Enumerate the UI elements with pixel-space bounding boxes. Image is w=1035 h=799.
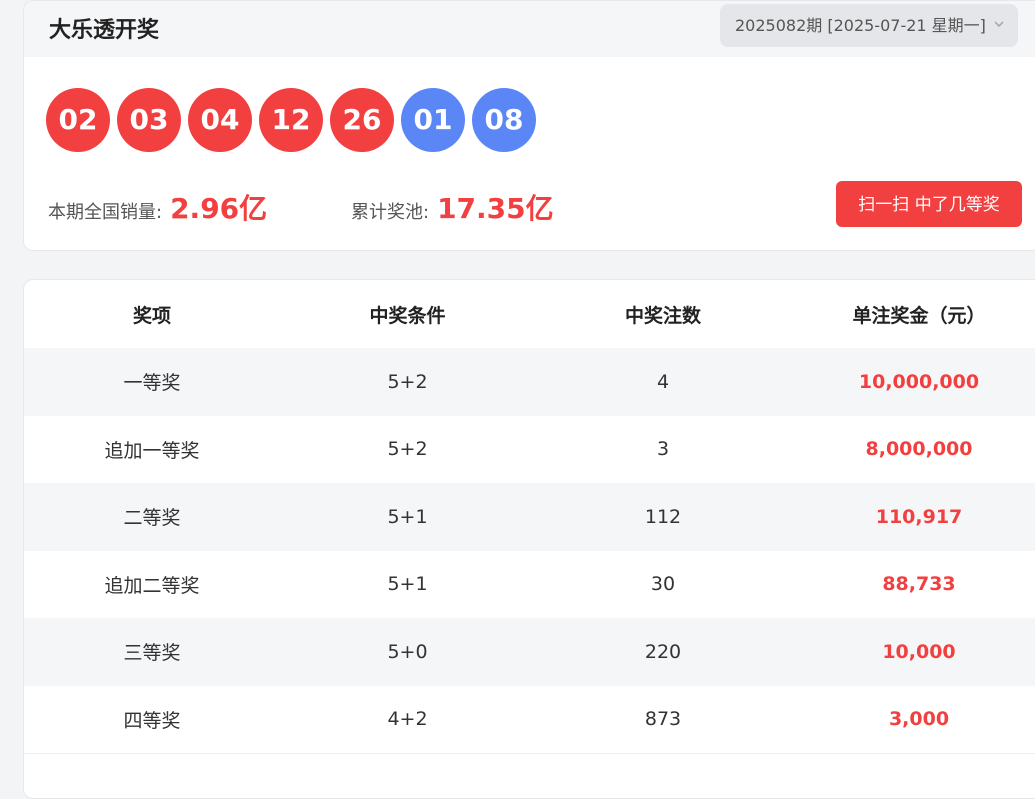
win-condition: 5+2 bbox=[387, 370, 428, 393]
prize-amount: 88,733 bbox=[882, 573, 956, 596]
page-title: 大乐透开奖 bbox=[49, 18, 160, 43]
win-condition: 5+1 bbox=[387, 573, 428, 596]
front-ball: 03 bbox=[117, 88, 181, 152]
winner-count: 873 bbox=[644, 708, 682, 731]
sales-label: 本期全国销量: bbox=[48, 202, 163, 223]
column-header: 奖项 bbox=[132, 304, 171, 327]
table-row: 追加二等奖 5+1 30 88,733 bbox=[24, 551, 1035, 619]
prize-amount: 10,000 bbox=[882, 640, 956, 663]
table-row: 二等奖 5+1 112 110,917 bbox=[24, 483, 1035, 551]
winner-count: 4 bbox=[656, 370, 670, 393]
prize-amount: 3,000 bbox=[888, 708, 950, 731]
period-select[interactable]: 2025082期 [2025-07-21 星期一] bbox=[720, 4, 1018, 47]
prize-amount: 10,000,000 bbox=[858, 370, 980, 393]
front-ball: 02 bbox=[46, 88, 110, 152]
table-row: 追加一等奖 5+2 3 8,000,000 bbox=[24, 416, 1035, 484]
back-ball: 08 bbox=[472, 88, 536, 152]
prize-level: 三等奖 bbox=[123, 642, 181, 665]
sales-stat: 本期全国销量: 2.96亿 bbox=[48, 187, 267, 227]
win-condition: 5+0 bbox=[387, 640, 428, 663]
table-row: 三等奖 5+0 220 10,000 bbox=[24, 618, 1035, 686]
win-condition: 5+2 bbox=[387, 438, 428, 461]
prize-table: 奖项 中奖条件 中奖注数 单注奖金（元） 一等奖 5+2 4 10,000,00… bbox=[23, 279, 1035, 799]
win-condition: 4+2 bbox=[387, 708, 428, 731]
chevron-down-icon bbox=[992, 4, 1006, 47]
winner-count: 3 bbox=[656, 438, 670, 461]
back-ball: 01 bbox=[401, 88, 465, 152]
card-header: 大乐透开奖 2025082期 [2025-07-21 星期一] bbox=[24, 1, 1035, 57]
winner-count: 30 bbox=[650, 573, 676, 596]
front-ball: 04 bbox=[188, 88, 252, 152]
column-header: 单注奖金（元） bbox=[852, 304, 986, 327]
win-condition: 5+1 bbox=[387, 505, 428, 528]
table-row: 一等奖 5+2 4 10,000,000 bbox=[24, 348, 1035, 416]
draw-result-card: 大乐透开奖 2025082期 [2025-07-21 星期一] 02 03 04… bbox=[23, 0, 1035, 251]
table-row: 四等奖 4+2 873 3,000 bbox=[24, 686, 1035, 754]
pool-stat: 累计奖池: 17.35亿 bbox=[351, 187, 554, 227]
table-row-partial bbox=[24, 753, 1035, 798]
prize-level: 追加二等奖 bbox=[104, 574, 200, 597]
front-ball: 26 bbox=[330, 88, 394, 152]
pool-label: 累计奖池: bbox=[351, 202, 430, 223]
prize-level: 四等奖 bbox=[123, 709, 181, 732]
scan-prize-button[interactable]: 扫一扫 中了几等奖 bbox=[836, 181, 1022, 227]
prize-level: 追加一等奖 bbox=[104, 439, 200, 462]
table-header-row: 奖项 中奖条件 中奖注数 单注奖金（元） bbox=[24, 280, 1035, 348]
prize-level: 二等奖 bbox=[123, 507, 181, 530]
column-header: 中奖条件 bbox=[369, 304, 446, 327]
column-header: 中奖注数 bbox=[624, 304, 701, 327]
sales-value: 2.96亿 bbox=[170, 192, 268, 225]
winner-count: 220 bbox=[644, 640, 682, 663]
period-select-value: 2025082期 [2025-07-21 星期一] bbox=[735, 16, 986, 35]
winning-numbers: 02 03 04 12 26 01 08 bbox=[46, 88, 543, 152]
winner-count: 112 bbox=[644, 505, 682, 528]
front-ball: 12 bbox=[259, 88, 323, 152]
prize-amount: 8,000,000 bbox=[865, 438, 973, 461]
pool-value: 17.35亿 bbox=[437, 192, 554, 225]
prize-amount: 110,917 bbox=[875, 505, 963, 528]
prize-level: 一等奖 bbox=[123, 372, 181, 395]
